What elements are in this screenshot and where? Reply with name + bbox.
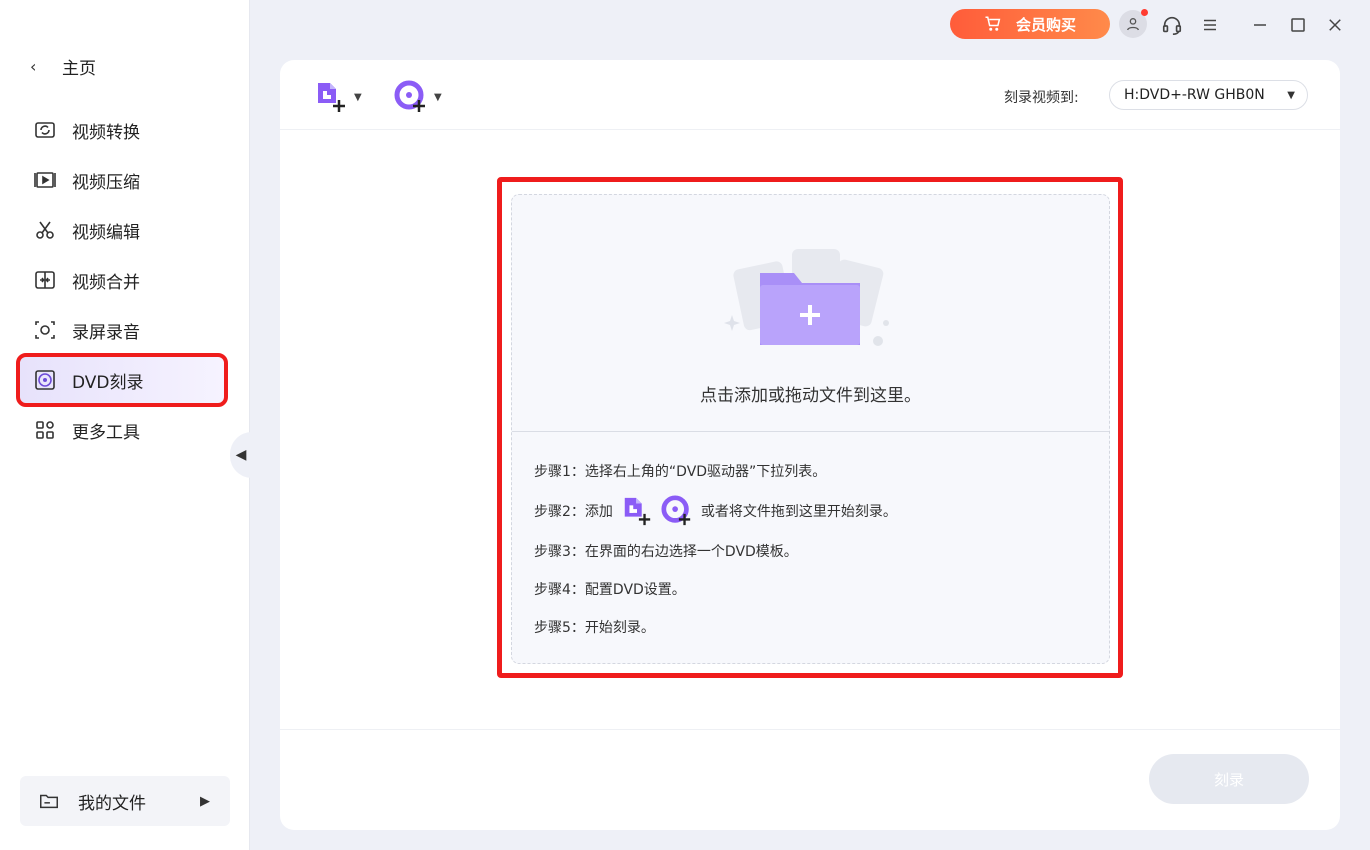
home-label: 主页 bbox=[62, 58, 96, 79]
vip-purchase-button[interactable]: 会员购买 bbox=[950, 9, 1110, 39]
step-4: 步骤4：配置DVD设置。 bbox=[534, 582, 686, 598]
step-2-suffix: 或者将文件拖到这里开始刻录。 bbox=[700, 504, 897, 520]
add-file-icon bbox=[318, 83, 345, 112]
toolbar-divider bbox=[280, 129, 1340, 130]
add-file-button[interactable]: ▼ bbox=[314, 80, 362, 114]
sidebar-item-dvd-burn[interactable]: DVD刻录 bbox=[16, 353, 228, 407]
headset-icon bbox=[1162, 16, 1182, 35]
drop-zone-divider bbox=[512, 431, 1109, 432]
caret-down-icon: ▼ bbox=[354, 91, 362, 103]
home-back-link[interactable]: ‹ 主页 bbox=[30, 52, 96, 80]
step-2-prefix: 步骤2：添加 bbox=[534, 504, 613, 520]
add-disc-icon bbox=[394, 80, 425, 112]
cart-icon bbox=[985, 16, 1001, 31]
sidebar-item-label: 视频转换 bbox=[72, 122, 140, 143]
add-disc-icon bbox=[661, 495, 691, 526]
step-1: 步骤1：选择右上角的“DVD驱动器”下拉列表。 bbox=[534, 464, 827, 480]
scissors-icon bbox=[36, 221, 54, 239]
user-icon bbox=[1127, 18, 1139, 31]
minimize-button[interactable] bbox=[1247, 12, 1273, 38]
my-files-button[interactable]: 我的文件 ▶ bbox=[20, 776, 230, 826]
vip-label: 会员购买 bbox=[1015, 15, 1076, 34]
notification-dot bbox=[1141, 9, 1148, 16]
sidebar-item-label: 视频编辑 bbox=[72, 222, 140, 243]
menu-button[interactable] bbox=[1197, 12, 1223, 38]
step-2: 步骤2：添加 或者将文件拖到这里开始刻录。 bbox=[534, 495, 897, 527]
drop-hint-text: 点击添加或拖动文件到这里。 bbox=[700, 386, 921, 406]
chevron-right-icon: ▶ bbox=[200, 793, 210, 809]
dvd-drive-value: H:DVD+-RW GHB0N bbox=[1124, 87, 1265, 103]
dvd-drive-select[interactable]: H:DVD+-RW GHB0N ▼ bbox=[1109, 80, 1308, 110]
sidebar-item-video-compress[interactable]: 视频压缩 bbox=[20, 157, 224, 203]
sidebar-item-video-convert[interactable]: 视频转换 bbox=[20, 107, 224, 153]
file-drop-zone[interactable]: 点击添加或拖动文件到这里。 步骤1：选择右上角的“DVD驱动器”下拉列表。 步骤… bbox=[511, 194, 1110, 664]
sidebar-item-label: DVD刻录 bbox=[72, 372, 144, 393]
menu-icon bbox=[1204, 19, 1216, 31]
burn-to-label: 刻录视频到: bbox=[1004, 90, 1079, 106]
more-tools-icon bbox=[36, 421, 54, 439]
screen-record-icon bbox=[35, 321, 55, 339]
sidebar-item-video-merge[interactable]: 视频合并 bbox=[20, 257, 224, 303]
add-folder-illustration bbox=[724, 249, 889, 346]
maximize-button[interactable] bbox=[1285, 12, 1311, 38]
sidebar-item-video-edit[interactable]: 视频编辑 bbox=[20, 207, 224, 253]
main-panel: ▼ ▼ 刻录视频到: H:DVD+-RW GHB0N ▼ 点击添加或拖动文件到这… bbox=[280, 60, 1340, 830]
user-avatar[interactable] bbox=[1119, 9, 1148, 38]
step-5: 步骤5：开始刻录。 bbox=[534, 620, 655, 636]
sidebar-item-label: 录屏录音 bbox=[72, 322, 140, 343]
video-convert-icon bbox=[35, 122, 55, 138]
support-headset-button[interactable] bbox=[1159, 12, 1185, 38]
caret-down-icon: ▼ bbox=[434, 91, 442, 103]
my-files-label: 我的文件 bbox=[78, 793, 146, 814]
chevron-left-icon: ‹ bbox=[30, 56, 37, 76]
sidebar: ‹ 主页 视频转换 视频压缩 视频编辑 视频合并 录屏录音 DVD刻录 更多工具… bbox=[0, 0, 250, 850]
caret-down-icon: ▼ bbox=[1287, 89, 1295, 101]
sidebar-item-more-tools[interactable]: 更多工具 bbox=[20, 407, 224, 453]
sidebar-item-label: 更多工具 bbox=[72, 422, 140, 443]
folder-icon bbox=[40, 794, 58, 809]
video-merge-icon bbox=[35, 271, 55, 289]
footer-divider bbox=[280, 729, 1340, 730]
dvd-disc-icon bbox=[35, 370, 55, 390]
burn-button[interactable]: 刻录 bbox=[1149, 754, 1309, 804]
sidebar-item-screen-record[interactable]: 录屏录音 bbox=[20, 307, 224, 353]
close-icon bbox=[1329, 19, 1341, 31]
sidebar-item-label: 视频合并 bbox=[72, 272, 140, 293]
add-disc-button[interactable]: ▼ bbox=[394, 80, 442, 114]
step-3: 步骤3：在界面的右边选择一个DVD模板。 bbox=[534, 544, 798, 560]
maximize-icon bbox=[1291, 18, 1305, 32]
chevron-left-icon: ◀ bbox=[235, 447, 247, 463]
close-button[interactable] bbox=[1322, 12, 1348, 38]
video-compress-icon bbox=[34, 172, 56, 188]
add-file-icon bbox=[624, 497, 651, 526]
sidebar-item-label: 视频压缩 bbox=[72, 172, 140, 193]
minimize-icon bbox=[1254, 24, 1266, 26]
